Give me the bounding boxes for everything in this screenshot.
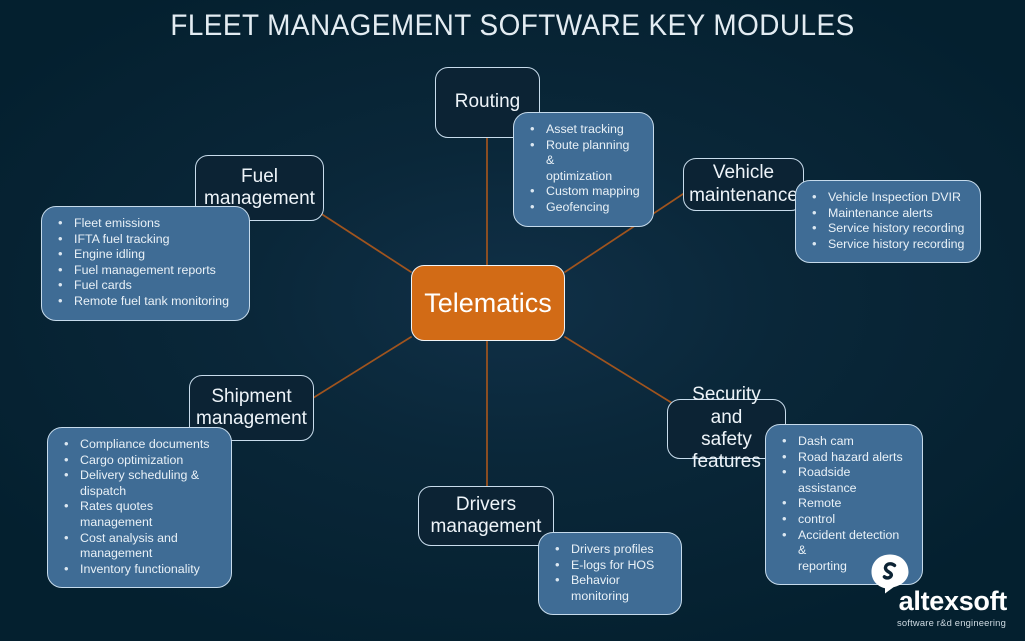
list-item: Route planning & optimization bbox=[524, 137, 641, 185]
altexsoft-wordmark: altexsoft bbox=[898, 586, 1008, 616]
panel-shipment-management-list: Compliance documents Cargo optimization … bbox=[58, 436, 219, 578]
list-item: Service history recording bbox=[806, 236, 968, 253]
panel-fuel-management: Fleet emissions IFTA fuel tracking Engin… bbox=[41, 206, 250, 321]
node-fuel-management-label: Fuel management bbox=[204, 165, 315, 209]
list-item: Fuel management reports bbox=[52, 262, 237, 279]
node-shipment-management-label: Shipment management bbox=[196, 385, 307, 429]
list-item: Service history recording bbox=[806, 220, 968, 237]
altexsoft-tagline: software r&d engineering bbox=[896, 616, 1006, 628]
connector-fuel-management bbox=[319, 212, 412, 273]
list-item: Fuel cards bbox=[52, 277, 237, 294]
list-item: Geofencing bbox=[524, 199, 641, 216]
list-item: Compliance documents bbox=[58, 436, 219, 453]
list-item: Maintenance alerts bbox=[806, 205, 968, 222]
panel-routing: Asset tracking Route planning & optimiza… bbox=[513, 112, 654, 227]
altexsoft-logo: altexsoft software r&d engineering bbox=[855, 553, 1007, 629]
list-item: Behavior monitoring bbox=[549, 572, 669, 604]
list-item: IFTA fuel tracking bbox=[52, 231, 237, 248]
node-drivers-management[interactable]: Drivers management bbox=[418, 486, 554, 546]
list-item: Asset tracking bbox=[524, 121, 641, 138]
center-node-label: Telematics bbox=[424, 287, 552, 318]
list-item: Remote bbox=[776, 495, 910, 512]
list-item: Road hazard alerts bbox=[776, 449, 910, 466]
list-item: Roadside assistance bbox=[776, 464, 910, 496]
panel-fuel-management-list: Fleet emissions IFTA fuel tracking Engin… bbox=[52, 215, 237, 310]
panel-drivers-management: Drivers profiles E-logs for HOS Behavior… bbox=[538, 532, 682, 616]
node-routing-label: Routing bbox=[454, 91, 521, 113]
list-item: Delivery scheduling & dispatch bbox=[58, 467, 219, 499]
list-item: E-logs for HOS bbox=[549, 557, 669, 574]
panel-vehicle-maintenance-list: Vehicle Inspection DVIR Maintenance aler… bbox=[806, 189, 968, 253]
list-item: control bbox=[776, 511, 910, 528]
list-item: Cargo optimization bbox=[58, 452, 219, 469]
list-item: Fleet emissions bbox=[52, 215, 237, 232]
list-item: Custom mapping bbox=[524, 183, 641, 200]
panel-vehicle-maintenance: Vehicle Inspection DVIR Maintenance aler… bbox=[795, 180, 981, 264]
node-drivers-management-label: Drivers management bbox=[430, 493, 542, 537]
list-item: Drivers profiles bbox=[549, 541, 669, 558]
list-item: Vehicle Inspection DVIR bbox=[806, 189, 968, 206]
list-item: Engine idling bbox=[52, 246, 237, 263]
center-node-telematics[interactable]: Telematics bbox=[411, 265, 565, 341]
node-vehicle-maintenance[interactable]: Vehicle maintenance bbox=[683, 158, 804, 211]
list-item: Remote fuel tank monitoring bbox=[52, 293, 237, 310]
list-item: Dash cam bbox=[776, 433, 910, 450]
node-security-and-safety-features-label: Security and safety features bbox=[692, 384, 761, 473]
list-item: Rates quotes management bbox=[58, 498, 219, 530]
panel-shipment-management: Compliance documents Cargo optimization … bbox=[47, 427, 232, 589]
node-vehicle-maintenance-label: Vehicle maintenance bbox=[689, 162, 798, 206]
list-item: Cost analysis and management bbox=[58, 530, 219, 562]
panel-drivers-management-list: Drivers profiles E-logs for HOS Behavior… bbox=[549, 541, 669, 604]
page-title: FLEET MANAGEMENT SOFTWARE KEY MODULES bbox=[170, 9, 855, 42]
list-item: Inventory functionality bbox=[58, 561, 219, 578]
connector-shipment-management bbox=[312, 336, 412, 399]
panel-routing-list: Asset tracking Route planning & optimiza… bbox=[524, 121, 641, 216]
connector-security-safety bbox=[564, 336, 673, 404]
